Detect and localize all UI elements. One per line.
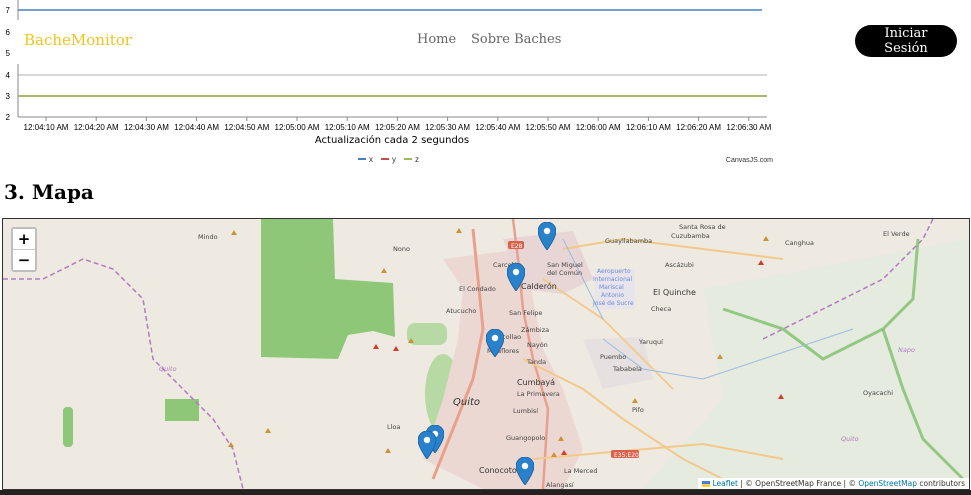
y-tick-label: 7 [6,6,11,15]
y-tick-label: 3 [6,92,11,101]
place-lloa: Lloa [387,423,400,431]
x-tick-label: 12:04:20 AM [74,123,119,132]
login-button[interactable]: Iniciar Sesión [855,25,957,57]
pothole-marker[interactable] [418,431,436,459]
airport-label-4: Antonio [601,292,624,299]
x-tick-label: 12:04:10 AM [24,123,69,132]
zoom-in-button[interactable]: + [13,229,35,250]
airport-label-5: José de Sucre [592,300,634,307]
place-conocoto: Conocoto [479,466,517,475]
place-yaruqui: Yaruquí [638,338,663,346]
nav-link-home[interactable]: Home [417,32,456,47]
y-tick-label: 2 [6,113,11,122]
airport-label-3: Mariscal [599,284,624,291]
place-calderon: Calderón [521,281,557,291]
place-lumbisi: Lumbisí [513,407,538,415]
x-tick-label: 12:05:40 AM [475,123,520,132]
place-santa-rosa: Santa Rosa de [679,223,726,231]
legend-label-z: z [415,155,419,164]
chart-credit: CanvasJS.com [726,157,773,164]
place-oyacachi: Oyacachi [863,389,893,397]
x-tick-label: 12:04:30 AM [124,123,169,132]
place-guangopolo: Guangopolo [506,434,545,442]
x-tick-label: 12:04:50 AM [224,123,269,132]
place-atucucho: Atucucho [446,307,476,315]
place-el-quinche: El Quinche [653,288,696,297]
place-puembo: Puembo [600,353,626,361]
attribution-text: | © OpenStreetMap France | © [738,479,859,488]
x-tick-label: 12:06:00 AM [576,123,621,132]
place-la-primavera: La Primavera [517,390,560,398]
navbar: BacheMonitor Home Sobre Baches Iniciar S… [0,22,971,60]
place-nayon: Nayón [527,341,548,349]
pothole-marker[interactable] [516,457,534,485]
y-tick-label: 4 [6,71,11,80]
ukraine-flag-icon [702,481,711,487]
border-label-quito-west: Quito [159,365,177,373]
place-nono: Nono [393,245,410,253]
x-tick-label: 12:05:00 AM [275,123,320,132]
brand-logo[interactable]: BacheMonitor [24,31,132,49]
map-container[interactable]: E28 E35;E20 Mindo Nono Carcelén San Migu… [2,218,970,490]
place-cumbaya: Cumbayá [517,378,555,387]
x-tick-label: 12:04:40 AM [174,123,219,132]
place-canghua: Canghua [785,239,814,247]
legend-label-x: x [369,155,373,164]
place-checa: Checa [651,305,671,313]
place-mindo: Mindo [198,233,218,241]
x-tick-label: 12:06:10 AM [626,123,671,132]
osm-link[interactable]: OpenStreetMap [858,479,917,488]
x-tick-label: 12:05:30 AM [425,123,470,132]
road-label-e35: E35;E20 [614,452,639,459]
pothole-marker[interactable] [507,263,525,291]
x-tick-label: 12:06:30 AM [726,123,771,132]
place-ascazubi: Ascázubi [665,261,694,269]
nav-link-sobre-baches[interactable]: Sobre Baches [471,32,561,47]
road-label-e28: E28 [511,243,523,250]
place-alangasi: Alangasí [546,481,574,489]
border-label-napo: Napo [898,346,915,354]
place-guayllabamba: Guayllabamba [605,237,652,245]
map-section-title: 3. Mapa [4,180,94,204]
x-tick-label: 12:05:10 AM [325,123,370,132]
border-label-quito: Quito [841,435,859,443]
place-zambiza: Zámbiza [521,326,549,334]
place-quito: Quito [453,397,480,408]
pothole-marker[interactable] [538,222,556,250]
x-tick-label: 12:05:20 AM [375,123,420,132]
bottom-edge [0,490,971,495]
pothole-marker[interactable] [486,329,504,357]
place-san-felipe: San Felipe [509,309,542,317]
place-del-comun: del Común [547,269,582,277]
airport-label-2: Internacional [593,276,633,283]
place-cuzubamba: Cuzubamba [671,232,710,240]
x-axis-title: Actualización cada 2 segundos [315,134,469,146]
place-el-verde: El Verde [883,230,910,238]
place-pifo: Pifo [632,406,644,414]
place-san-miguel: San Miguel [547,261,583,269]
zoom-control: + − [11,227,37,272]
attribution-tail: contributors [917,479,965,488]
x-tick-label: 12:06:20 AM [676,123,721,132]
airport-label-1: Aeropuerto [597,268,631,275]
place-tababela: Tababela [612,365,642,373]
map-attribution: Leaflet | © OpenStreetMap France | © Ope… [698,478,969,489]
leaflet-link[interactable]: Leaflet [712,479,738,488]
place-la-merced: La Merced [564,467,598,475]
place-el-condado: El Condado [459,285,496,293]
x-tick-label: 12:05:50 AM [526,123,571,132]
zoom-out-button[interactable]: − [13,250,35,270]
legend-label-y: y [392,155,396,164]
place-tanda: Tanda [526,358,546,366]
